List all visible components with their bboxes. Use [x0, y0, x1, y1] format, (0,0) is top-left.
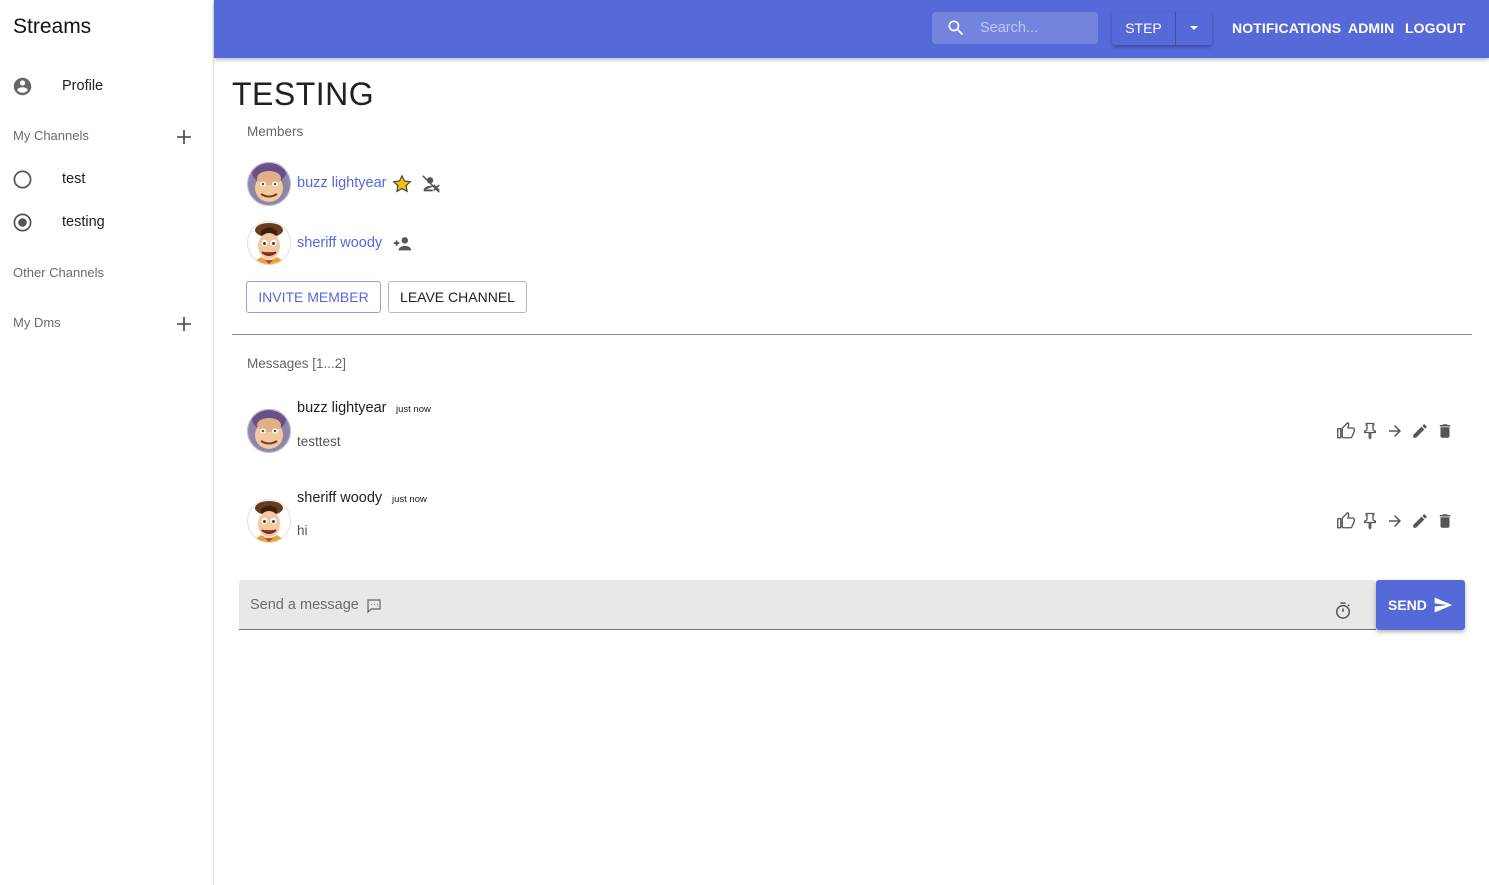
- add-channel-button[interactable]: [174, 127, 194, 147]
- radio-unchecked-icon: [12, 169, 33, 190]
- search-box[interactable]: [932, 12, 1098, 44]
- message-text: hi: [297, 523, 308, 538]
- logout-link[interactable]: LOGOUT: [1405, 20, 1465, 36]
- remove-owner-icon[interactable]: [420, 173, 442, 195]
- make-owner-icon[interactable]: [392, 233, 414, 255]
- page-title: TESTING: [232, 76, 375, 112]
- delete-icon[interactable]: [1436, 512, 1454, 530]
- send-button-label: SEND: [1388, 597, 1427, 613]
- sidebar-item-label: testing: [62, 214, 105, 230]
- step-dropdown-button[interactable]: [1176, 12, 1212, 45]
- members-heading: Members: [247, 124, 304, 139]
- pin-icon[interactable]: [1361, 422, 1379, 440]
- divider: [232, 334, 1472, 335]
- member-name-link[interactable]: buzz lightyear: [297, 175, 386, 191]
- message-input[interactable]: Send a message: [239, 580, 1376, 630]
- brand-title: Streams: [13, 15, 92, 38]
- avatar: [247, 499, 291, 543]
- plus-icon: [177, 130, 191, 144]
- message-timestamp: just now: [396, 404, 431, 415]
- member-name-link[interactable]: sheriff woody: [297, 235, 382, 251]
- invite-member-button[interactable]: INVITE MEMBER: [246, 281, 381, 313]
- forward-icon[interactable]: [1386, 512, 1404, 530]
- send-icon: [1434, 597, 1453, 613]
- delete-icon[interactable]: [1436, 422, 1454, 440]
- step-button[interactable]: STEP: [1112, 12, 1176, 45]
- search-icon: [946, 18, 966, 38]
- message-author: sheriff woody: [297, 490, 383, 506]
- sidebar-item-profile[interactable]: Profile: [0, 66, 213, 106]
- thumb-up-icon[interactable]: [1337, 512, 1355, 530]
- timer-icon[interactable]: [1333, 601, 1353, 621]
- my-channels-heading: My Channels: [13, 128, 89, 143]
- edit-icon[interactable]: [1411, 422, 1429, 440]
- top-app-bar: STEP NOTIFICATIONS ADMIN LOGOUT: [214, 0, 1489, 58]
- notifications-link[interactable]: NOTIFICATIONS: [1232, 20, 1341, 36]
- avatar: [247, 162, 291, 206]
- sidebar: Streams Profile My Channels test testing…: [0, 0, 214, 885]
- step-split-button: STEP: [1112, 12, 1212, 45]
- other-channels-heading: Other Channels: [13, 265, 105, 280]
- forward-icon[interactable]: [1386, 422, 1404, 440]
- plus-icon: [177, 317, 191, 331]
- add-dm-button[interactable]: [174, 314, 194, 334]
- star-icon: [391, 173, 413, 195]
- edit-icon[interactable]: [1411, 512, 1429, 530]
- avatar: [247, 221, 291, 265]
- sidebar-item-testing[interactable]: testing: [0, 202, 213, 242]
- pin-icon[interactable]: [1361, 512, 1379, 530]
- my-dms-heading: My Dms: [13, 315, 61, 330]
- admin-link[interactable]: ADMIN: [1348, 20, 1394, 36]
- sidebar-item-test[interactable]: test: [0, 159, 213, 199]
- message-author: buzz lightyear: [297, 400, 387, 416]
- message-timestamp: just now: [392, 494, 427, 505]
- sidebar-item-label: test: [62, 171, 86, 187]
- leave-channel-button[interactable]: LEAVE CHANNEL: [388, 281, 527, 313]
- send-button[interactable]: SEND: [1376, 580, 1465, 630]
- search-input[interactable]: [980, 18, 1090, 38]
- thumb-up-icon[interactable]: [1337, 422, 1355, 440]
- message-input-placeholder: Send a message: [250, 597, 359, 613]
- avatar: [247, 409, 291, 453]
- caret-down-icon: [1190, 26, 1198, 30]
- radio-checked-icon: [12, 212, 33, 233]
- chat-bubble-icon: [365, 597, 383, 615]
- account-circle-icon: [12, 76, 33, 97]
- sidebar-item-label: Profile: [62, 78, 104, 94]
- messages-heading: Messages [1...2]: [247, 356, 347, 371]
- message-text: testtest: [297, 434, 341, 449]
